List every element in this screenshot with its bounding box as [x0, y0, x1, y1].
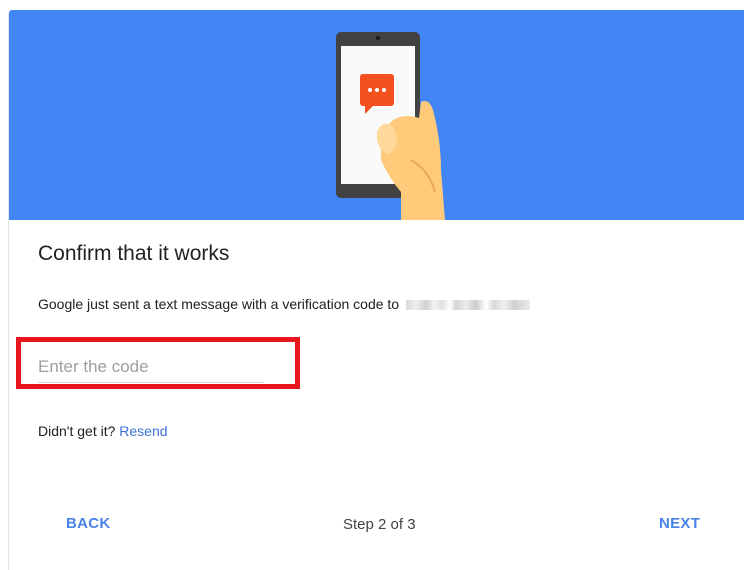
phone-camera: [376, 36, 380, 40]
page-title: Confirm that it works: [38, 242, 230, 265]
resend-row: Didn't get it? Resend: [38, 423, 168, 439]
back-button[interactable]: BACK: [66, 515, 111, 532]
next-button[interactable]: NEXT: [659, 515, 700, 532]
resend-link[interactable]: Resend: [119, 423, 167, 439]
resend-prompt: Didn't get it?: [38, 423, 120, 439]
verification-code-input[interactable]: [38, 352, 264, 383]
verification-card: Confirm that it works Google just sent a…: [8, 10, 744, 570]
hero-banner: [9, 10, 744, 220]
verification-description: Google just sent a text message with a v…: [38, 296, 530, 312]
step-indicator: Step 2 of 3: [343, 516, 416, 533]
description-text: Google just sent a text message with a v…: [38, 296, 400, 312]
phone-illustration: [336, 32, 445, 220]
redacted-phone-number: [405, 300, 530, 311]
